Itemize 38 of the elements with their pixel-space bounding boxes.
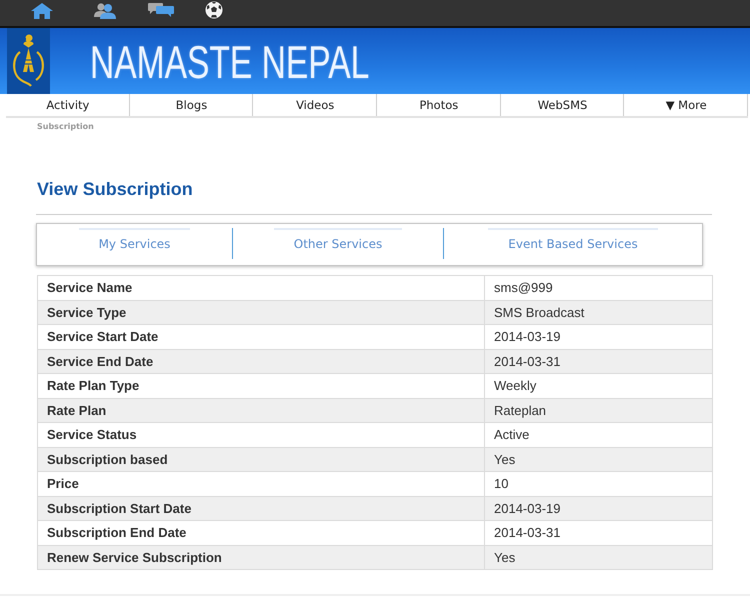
site-title: NAMASTE NEPAL [90,35,370,89]
field-value: Rateplan [484,398,712,422]
people-icon[interactable] [94,3,116,19]
nav-link[interactable]: ▼ More [624,94,748,116]
field-value: 10 [484,472,712,496]
field-value: 2014-03-31 [484,520,712,545]
field-value: Yes [484,545,712,570]
field-label: Price [38,472,484,496]
nav-link[interactable]: Photos [377,94,501,116]
field-label: Service Type [38,300,484,324]
field-value: 2014-03-31 [484,349,712,374]
field-value: Yes [484,447,712,472]
nav-link[interactable]: Blogs [130,94,254,116]
field-value: 2014-03-19 [484,496,712,520]
field-label: Rate Plan [38,398,484,422]
breadcrumb: Subscription [37,121,94,132]
field-value: 2014-03-19 [484,324,712,349]
emblem-icon [7,28,50,94]
field-label: Service Name [38,276,484,300]
field-value: Weekly [484,374,712,398]
field-value: Active [484,422,712,447]
field-label: Service End Date [38,349,484,374]
field-label: Subscription based [38,447,484,472]
home-icon[interactable] [31,3,53,19]
field-label: Service Start Date [38,324,484,349]
nav-link[interactable]: Activity [6,94,130,116]
field-label: Rate Plan Type [38,374,484,398]
ball-icon[interactable] [205,1,223,19]
field-label: Renew Service Subscription [38,545,484,570]
page-title: View Subscription [37,178,193,200]
chat-icon[interactable] [148,3,174,17]
field-label: Service Status [38,422,484,447]
field-value: SMS Broadcast [484,300,712,324]
nav-link[interactable]: WebSMS [500,94,624,116]
field-value: sms@999 [484,276,712,300]
nav-link[interactable]: Videos [253,94,378,116]
field-label: Subscription End Date [38,520,484,545]
field-label: Subscription Start Date [38,496,484,520]
